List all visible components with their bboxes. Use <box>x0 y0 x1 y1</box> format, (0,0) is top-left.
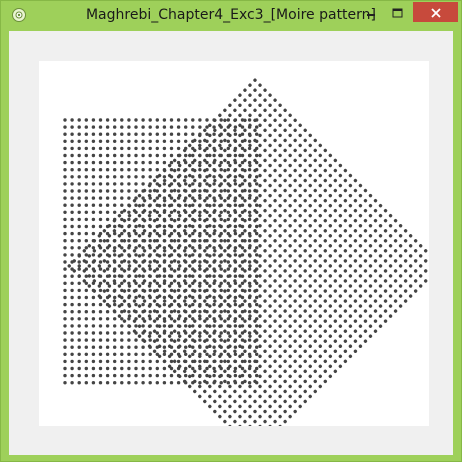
moire-canvas <box>39 61 429 426</box>
close-button[interactable] <box>413 2 458 22</box>
maximize-icon <box>392 3 403 22</box>
maximize-button[interactable] <box>384 2 411 22</box>
minimize-button[interactable] <box>357 2 384 22</box>
moire-pattern <box>63 78 428 426</box>
axis-aligned-dot-grid <box>63 118 259 385</box>
client-area <box>9 31 453 455</box>
minimize-icon <box>366 3 376 22</box>
rotated-dot-grid <box>67 78 428 426</box>
close-icon <box>430 3 441 22</box>
app-window: Maghrebi_Chapter4_Exc3_[Moire pattern] <box>0 0 462 462</box>
title-bar[interactable]: Maghrebi_Chapter4_Exc3_[Moire pattern] <box>1 1 461 31</box>
